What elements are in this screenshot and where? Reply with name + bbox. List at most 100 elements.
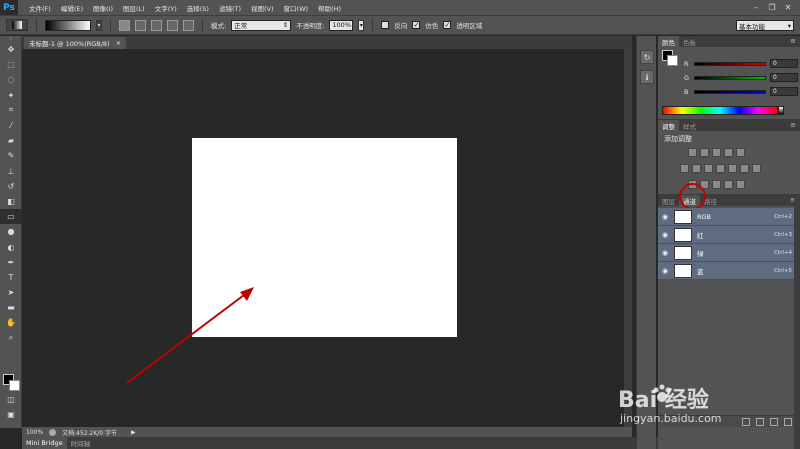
invert-icon[interactable] — [688, 180, 697, 189]
minimize-button[interactable]: – — [750, 3, 762, 13]
trash-icon[interactable] — [784, 417, 792, 426]
mode-select[interactable]: 正常 ⇕ — [231, 19, 292, 31]
red-value[interactable]: 0 — [770, 59, 798, 68]
marquee-tool-icon[interactable]: ⬚ — [0, 57, 22, 72]
menu-file[interactable]: 文件(F) — [24, 3, 56, 13]
document-tab[interactable]: 未标题-1 @ 100%(RGB/8) × — [24, 37, 127, 49]
restore-button[interactable]: ❐ — [766, 3, 778, 13]
tab-color[interactable]: 颜色 — [658, 36, 679, 47]
green-slider[interactable] — [694, 75, 766, 80]
reflected-gradient-button[interactable] — [167, 19, 178, 31]
status-menu-arrow-icon[interactable]: ▶ — [131, 429, 136, 436]
tab-mini-bridge[interactable]: Mini Bridge — [22, 437, 67, 449]
tab-styles[interactable]: 样式 — [679, 120, 700, 131]
brush-tool-icon[interactable]: ✎ — [0, 148, 22, 163]
color-spectrum-bar[interactable] — [662, 106, 778, 115]
panel-menu-icon[interactable]: ≡ — [790, 121, 796, 129]
clone-stamp-tool-icon[interactable]: ⊥ — [0, 164, 22, 179]
blur-tool-icon[interactable]: ● — [0, 224, 22, 239]
eye-icon[interactable]: ◉ — [658, 213, 672, 221]
tool-preset-picker[interactable] — [6, 19, 28, 31]
pen-tool-icon[interactable]: ✒ — [0, 255, 22, 270]
canvas-area[interactable] — [22, 49, 624, 427]
menu-layer[interactable]: 图层(L) — [118, 3, 150, 13]
levels-icon[interactable] — [700, 148, 709, 157]
green-value[interactable]: 0 — [770, 73, 798, 82]
crop-tool-icon[interactable]: ⌗ — [0, 103, 22, 118]
vibrance-icon[interactable] — [736, 148, 745, 157]
eye-icon[interactable]: ◉ — [658, 231, 672, 239]
tab-paths[interactable]: 路径 — [700, 195, 721, 206]
close-icon[interactable]: × — [116, 39, 121, 47]
type-tool-icon[interactable]: T — [0, 270, 22, 285]
brightness-contrast-icon[interactable] — [688, 148, 697, 157]
canvas-vertical-scrollbar[interactable] — [624, 49, 632, 427]
channel-row-green[interactable]: ◉ 绿 Ctrl+4 — [658, 244, 800, 262]
healing-brush-tool-icon[interactable]: ▰ — [0, 133, 22, 148]
gradient-tool-icon[interactable]: ▭ — [0, 209, 22, 225]
eyedropper-tool-icon[interactable]: ⁄ — [0, 118, 22, 133]
color-lookup-icon[interactable] — [740, 164, 749, 173]
diamond-gradient-button[interactable] — [183, 19, 194, 31]
zoom-tool-icon[interactable]: ⌕ — [0, 331, 22, 346]
opacity-input[interactable]: 100% — [329, 19, 354, 31]
tab-channels[interactable]: 通道 — [679, 195, 700, 206]
red-slider[interactable] — [694, 61, 766, 66]
posterize-icon[interactable] — [700, 180, 709, 189]
load-selection-icon[interactable] — [742, 417, 750, 426]
black-white-icon[interactable] — [704, 164, 713, 173]
channel-row-rgb[interactable]: ◉ RGB Ctrl+2 — [658, 208, 800, 226]
channel-row-blue[interactable]: ◉ 蓝 Ctrl+5 — [658, 262, 800, 280]
gradient-editor-swatch[interactable] — [45, 19, 91, 31]
blue-value[interactable]: 0 — [770, 87, 798, 96]
close-button[interactable]: ✕ — [782, 3, 794, 13]
channel-mixer-icon[interactable] — [728, 164, 737, 173]
menu-edit[interactable]: 编辑(E) — [56, 3, 88, 13]
lasso-tool-icon[interactable]: ◌ — [0, 72, 22, 87]
black-white-ramp[interactable] — [778, 106, 784, 115]
save-selection-icon[interactable] — [756, 417, 764, 426]
reverse-checkbox[interactable] — [381, 21, 390, 29]
status-info-icon[interactable] — [49, 428, 57, 436]
panel-scrollbar[interactable] — [794, 196, 800, 449]
tab-timeline[interactable]: 时间轴 — [67, 437, 95, 449]
linear-gradient-button[interactable] — [119, 19, 130, 31]
eraser-tool-icon[interactable]: ◧ — [0, 194, 22, 209]
menu-select[interactable]: 选择(S) — [182, 3, 214, 13]
eye-icon[interactable]: ◉ — [658, 249, 672, 257]
history-brush-tool-icon[interactable]: ↺ — [0, 179, 22, 194]
selective-color-icon[interactable] — [724, 180, 733, 189]
threshold-icon[interactable] — [712, 180, 721, 189]
menu-view[interactable]: 视图(V) — [246, 3, 279, 13]
panel-background-swatch[interactable] — [667, 55, 678, 66]
grid-icon[interactable] — [752, 164, 761, 173]
workspace-select[interactable]: 基本功能 ▾ — [736, 20, 794, 31]
background-color-swatch[interactable] — [9, 380, 20, 391]
zoom-level[interactable]: 100% — [26, 429, 43, 436]
document-canvas[interactable] — [192, 138, 457, 337]
color-balance-icon[interactable] — [692, 164, 701, 173]
quick-mask-icon[interactable]: ◫ — [0, 392, 22, 407]
properties-panel-icon[interactable]: ℹ — [640, 70, 654, 84]
path-selection-tool-icon[interactable]: ➤ — [0, 285, 22, 300]
gradient-picker-arrow-icon[interactable]: ▾ — [96, 19, 102, 31]
radial-gradient-button[interactable] — [135, 19, 146, 31]
tab-layers[interactable]: 图层 — [658, 195, 679, 206]
dither-checkbox[interactable]: ✓ — [412, 21, 421, 29]
panel-menu-icon[interactable]: ≡ — [790, 37, 796, 45]
move-tool-icon[interactable]: ✥ — [0, 42, 22, 57]
photo-filter-icon[interactable] — [716, 164, 725, 173]
dodge-tool-icon[interactable]: ◐ — [0, 239, 22, 254]
channel-row-red[interactable]: ◉ 红 Ctrl+3 — [658, 226, 800, 244]
blue-slider[interactable] — [694, 89, 766, 94]
opacity-slider-arrow-icon[interactable]: ▾ — [358, 19, 365, 31]
angle-gradient-button[interactable] — [151, 19, 162, 31]
curves-icon[interactable] — [712, 148, 721, 157]
new-channel-icon[interactable] — [770, 417, 778, 426]
gradient-map-icon[interactable] — [736, 180, 745, 189]
menu-help[interactable]: 帮助(H) — [313, 3, 346, 13]
hue-saturation-icon[interactable] — [680, 164, 689, 173]
menu-image[interactable]: 图像(I) — [88, 3, 118, 13]
tab-adjustments[interactable]: 调整 — [658, 120, 679, 131]
menu-window[interactable]: 窗口(W) — [279, 3, 314, 13]
